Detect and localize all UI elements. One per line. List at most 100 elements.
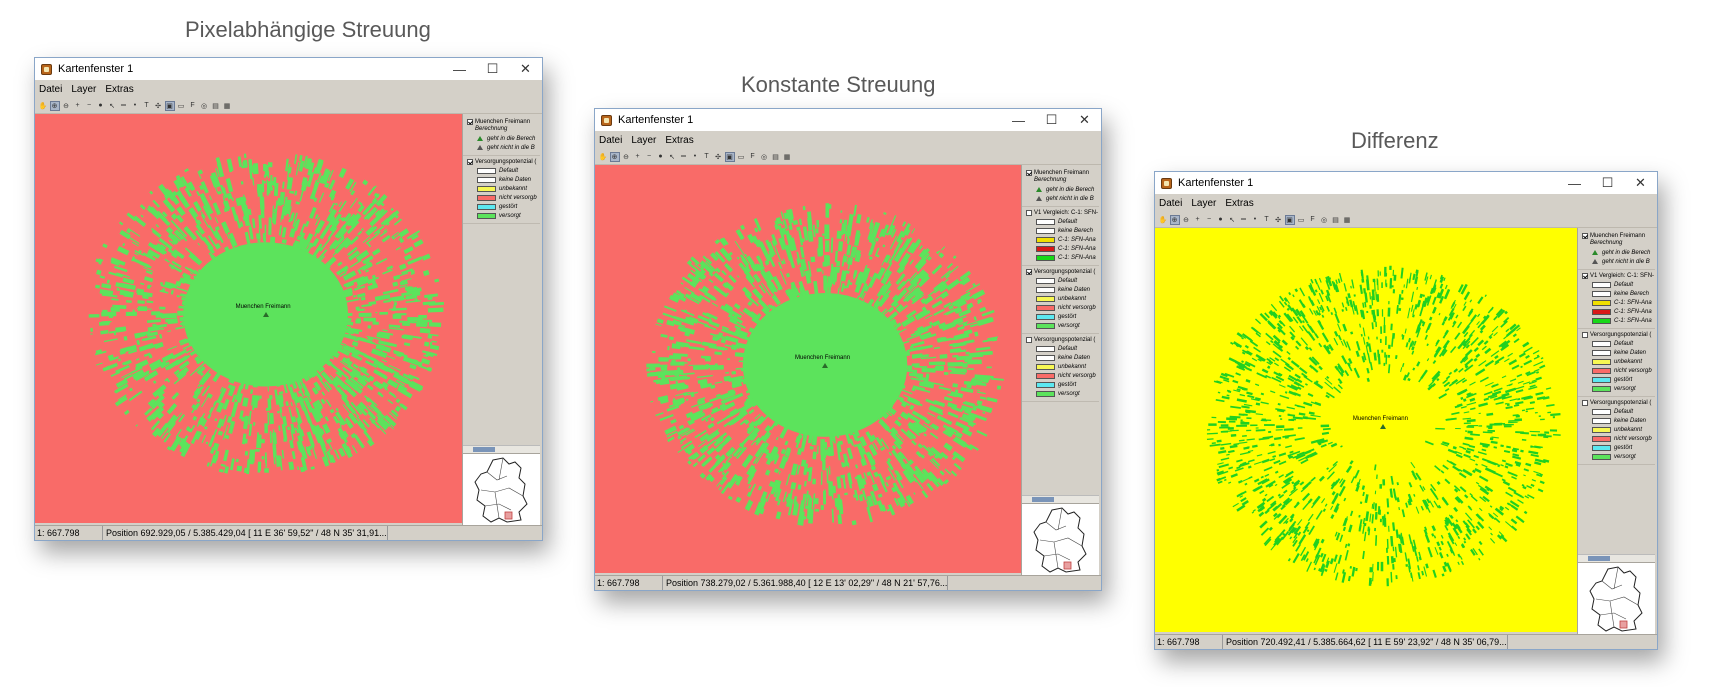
layer-checkbox[interactable] xyxy=(1582,399,1588,406)
hand-icon[interactable]: ✋ xyxy=(598,152,608,162)
globe-icon[interactable]: ● xyxy=(656,152,666,162)
layer-header[interactable]: Muenchen Freimann xyxy=(1026,168,1099,177)
text-icon[interactable]: T xyxy=(142,101,152,111)
layer-checkbox[interactable] xyxy=(1026,169,1032,176)
zoom-select-icon[interactable]: ⊕ xyxy=(1169,214,1180,225)
crosshair-icon[interactable]: ✣ xyxy=(153,101,163,111)
text-icon[interactable]: T xyxy=(702,152,712,162)
layer-header[interactable]: Muenchen Freimann xyxy=(1582,231,1655,240)
close-button[interactable]: ✕ xyxy=(509,58,542,80)
zoom-out-icon[interactable]: − xyxy=(644,152,654,162)
layer-checkbox[interactable] xyxy=(1582,331,1588,338)
grid-icon[interactable]: ▦ xyxy=(222,101,232,111)
menu-item[interactable]: Extras xyxy=(665,135,693,146)
maximize-button[interactable]: ☐ xyxy=(476,58,509,80)
zoom-box-icon[interactable]: ⊖ xyxy=(621,152,631,162)
menu-item[interactable]: Layer xyxy=(71,84,96,95)
export-icon[interactable]: ▤ xyxy=(1331,215,1341,225)
zoom-select-icon[interactable]: ⊕ xyxy=(609,151,620,162)
legend-scrollbar[interactable] xyxy=(1578,554,1655,562)
layer-toggle-icon[interactable]: ▣ xyxy=(724,151,735,162)
menu-item[interactable]: Layer xyxy=(1191,198,1216,209)
layer-header[interactable]: Versorgungspotenzial ( xyxy=(1026,335,1099,344)
font-icon[interactable]: F xyxy=(748,152,758,162)
grid-icon[interactable]: ▦ xyxy=(782,152,792,162)
layer-header[interactable]: Versorgungspotenzial ( xyxy=(1582,398,1655,407)
globe-icon[interactable]: ● xyxy=(96,101,106,111)
scrollbar-thumb[interactable] xyxy=(1032,497,1054,502)
layer-checkbox[interactable] xyxy=(1582,272,1588,279)
minimize-button[interactable]: — xyxy=(1002,109,1035,131)
zoom-in-icon[interactable]: + xyxy=(73,101,83,111)
layer-checkbox[interactable] xyxy=(1026,336,1032,343)
point-icon[interactable]: • xyxy=(1250,215,1260,225)
font-icon[interactable]: F xyxy=(1308,215,1318,225)
settings-icon[interactable]: ◎ xyxy=(199,101,209,111)
layer-header[interactable]: Versorgungspotenzial ( xyxy=(1026,267,1099,276)
map-canvas[interactable]: Muenchen Freimann xyxy=(595,165,1021,573)
menu-item[interactable]: Datei xyxy=(599,135,622,146)
layer-checkbox[interactable] xyxy=(467,118,473,125)
layer-checkbox[interactable] xyxy=(1026,268,1032,275)
settings-icon[interactable]: ◎ xyxy=(1319,215,1329,225)
measure-icon[interactable]: ═ xyxy=(119,101,129,111)
crosshair-icon[interactable]: ✣ xyxy=(1273,215,1283,225)
point-icon[interactable]: • xyxy=(130,101,140,111)
legend-scrollbar[interactable] xyxy=(463,445,540,453)
globe-icon[interactable]: ● xyxy=(1216,215,1226,225)
minimize-button[interactable]: — xyxy=(1558,172,1591,194)
export-icon[interactable]: ▤ xyxy=(771,152,781,162)
zoom-box-icon[interactable]: ⊖ xyxy=(1181,215,1191,225)
overview-map[interactable] xyxy=(1578,562,1655,634)
layer-header[interactable]: Muenchen Freimann xyxy=(467,117,540,126)
select-icon[interactable]: ↖ xyxy=(667,152,677,162)
layer-header[interactable]: V1 Vergleich: C-1: SFN- xyxy=(1582,271,1655,280)
overview-map[interactable] xyxy=(463,453,540,525)
grid-icon[interactable]: ▦ xyxy=(1342,215,1352,225)
menu-item[interactable]: Extras xyxy=(105,84,133,95)
select-icon[interactable]: ↖ xyxy=(1227,215,1237,225)
select-icon[interactable]: ↖ xyxy=(107,101,117,111)
menu-item[interactable]: Layer xyxy=(631,135,656,146)
hand-icon[interactable]: ✋ xyxy=(1158,215,1168,225)
zoom-out-icon[interactable]: − xyxy=(84,101,94,111)
layer-toggle-icon[interactable]: ▣ xyxy=(164,100,175,111)
text-icon[interactable]: T xyxy=(1262,215,1272,225)
zoom-out-icon[interactable]: − xyxy=(1204,215,1214,225)
layer-checkbox[interactable] xyxy=(1026,209,1032,216)
menu-item[interactable]: Extras xyxy=(1225,198,1253,209)
split-view-icon[interactable]: ▭ xyxy=(176,101,186,111)
layer-checkbox[interactable] xyxy=(467,158,473,165)
layer-header[interactable]: Versorgungspotenzial ( xyxy=(1582,330,1655,339)
settings-icon[interactable]: ◎ xyxy=(759,152,769,162)
measure-icon[interactable]: ═ xyxy=(679,152,689,162)
layer-checkbox[interactable] xyxy=(1582,232,1588,239)
close-button[interactable]: ✕ xyxy=(1068,109,1101,131)
crosshair-icon[interactable]: ✣ xyxy=(713,152,723,162)
window-titlebar[interactable]: Kartenfenster 1 — ☐ ✕ xyxy=(595,109,1101,131)
window-titlebar[interactable]: Kartenfenster 1 — ☐ ✕ xyxy=(35,58,542,80)
layer-header[interactable]: Versorgungspotenzial ( xyxy=(467,157,540,166)
menu-item[interactable]: Datei xyxy=(39,84,62,95)
menu-item[interactable]: Datei xyxy=(1159,198,1182,209)
map-canvas[interactable]: Muenchen Freimann xyxy=(35,114,462,523)
layer-toggle-icon[interactable]: ▣ xyxy=(1284,214,1295,225)
measure-icon[interactable]: ═ xyxy=(1239,215,1249,225)
scrollbar-thumb[interactable] xyxy=(473,447,495,452)
map-canvas[interactable]: Muenchen Freimann xyxy=(1155,228,1577,632)
scrollbar-thumb[interactable] xyxy=(1588,556,1610,561)
window-titlebar[interactable]: Kartenfenster 1 — ☐ ✕ xyxy=(1155,172,1657,194)
legend-scrollbar[interactable] xyxy=(1022,495,1099,503)
maximize-button[interactable]: ☐ xyxy=(1591,172,1624,194)
zoom-in-icon[interactable]: + xyxy=(633,152,643,162)
close-button[interactable]: ✕ xyxy=(1624,172,1657,194)
zoom-in-icon[interactable]: + xyxy=(1193,215,1203,225)
minimize-button[interactable]: — xyxy=(443,58,476,80)
zoom-box-icon[interactable]: ⊖ xyxy=(61,101,71,111)
font-icon[interactable]: F xyxy=(188,101,198,111)
transmitter-marker[interactable] xyxy=(1379,423,1386,429)
transmitter-marker[interactable] xyxy=(822,362,829,368)
export-icon[interactable]: ▤ xyxy=(211,101,221,111)
overview-map[interactable] xyxy=(1022,503,1099,575)
split-view-icon[interactable]: ▭ xyxy=(1296,215,1306,225)
